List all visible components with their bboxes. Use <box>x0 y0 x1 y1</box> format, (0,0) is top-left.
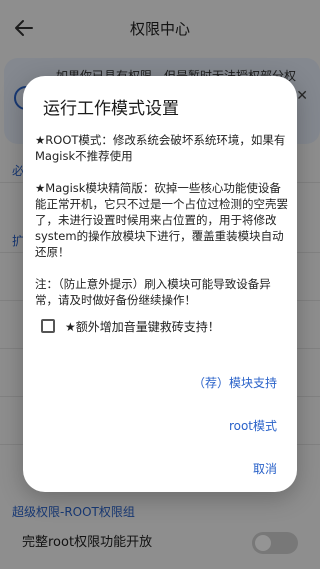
root-mode-button[interactable]: root模式 <box>229 417 277 434</box>
volume-key-rescue-checkbox[interactable]: ★额外增加音量键救砖支持！ <box>41 317 291 337</box>
checkbox-icon[interactable] <box>41 319 55 333</box>
warning-note: 注：（防止意外提示）刷入模块可能导致设备异常，请及时做好备份继续操作！ <box>35 277 271 307</box>
checkbox-label: ★额外增加音量键救砖支持！ <box>65 320 220 334</box>
dialog-title: 运行工作模式设置 <box>43 99 179 119</box>
module-support-button[interactable]: （荐）模块支持 <box>193 374 277 391</box>
work-mode-dialog: 运行工作模式设置 ★ROOT模式：修改系统会破坏系统环境，如果有Magisk不推… <box>23 76 297 492</box>
cancel-button[interactable]: 取消 <box>253 460 277 477</box>
screen: 权限中心 如果你已具有权限，但是暂时无法授权部分权 ✕ 必 扩 超级权限-ROO… <box>0 0 320 569</box>
dialog-body: ★ROOT模式：修改系统会破坏系统环境，如果有Magisk不推荐使用 ★Magi… <box>35 132 289 324</box>
magisk-mode-description: ★Magisk模块精简版：砍掉一些核心功能使设备能正常开机，它只不过是一个占位过… <box>35 181 288 259</box>
root-mode-description: ★ROOT模式：修改系统会破坏系统环境，如果有Magisk不推荐使用 <box>35 133 286 163</box>
